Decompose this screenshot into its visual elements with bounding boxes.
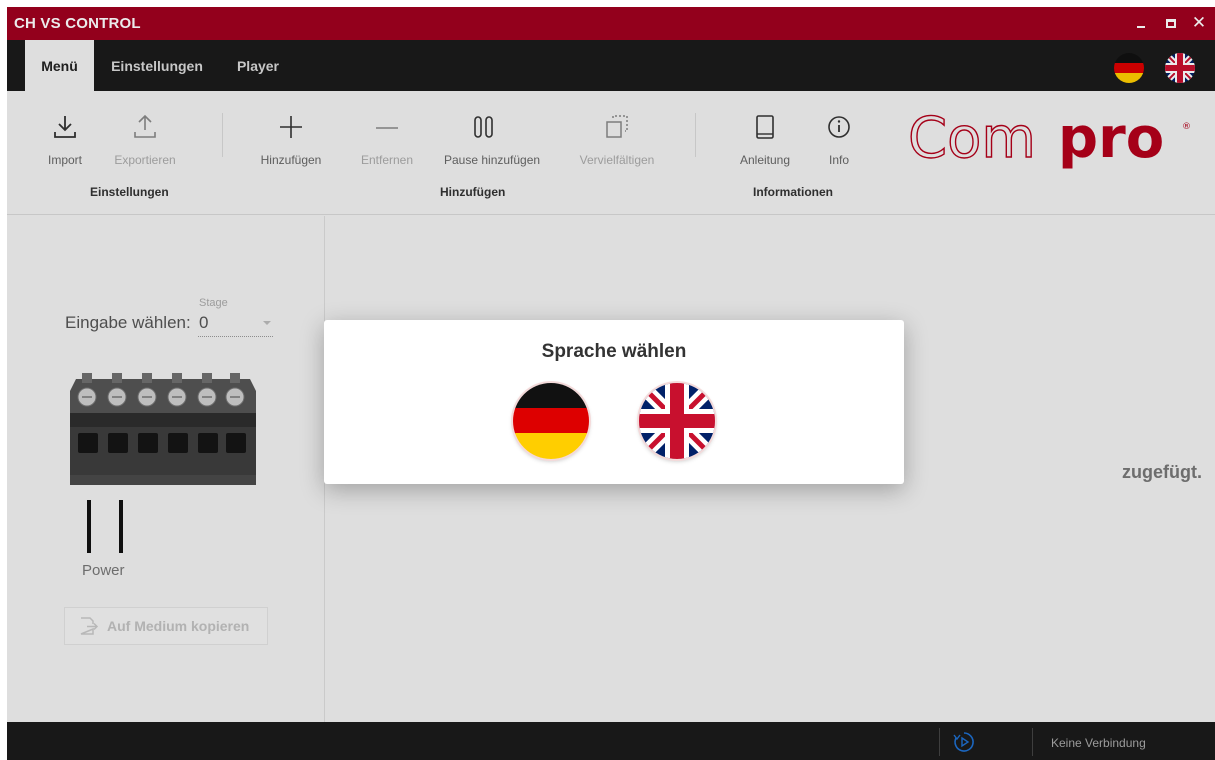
- dialog-title: Sprache wählen: [541, 341, 687, 362]
- uk-flag-icon[interactable]: [639, 383, 715, 459]
- app-window: CH VS CONTROL ✕ Menü Einstellungen Playe…: [7, 7, 1215, 760]
- language-dialog: Sprache wählen: [324, 320, 904, 484]
- german-flag-icon[interactable]: [513, 383, 589, 459]
